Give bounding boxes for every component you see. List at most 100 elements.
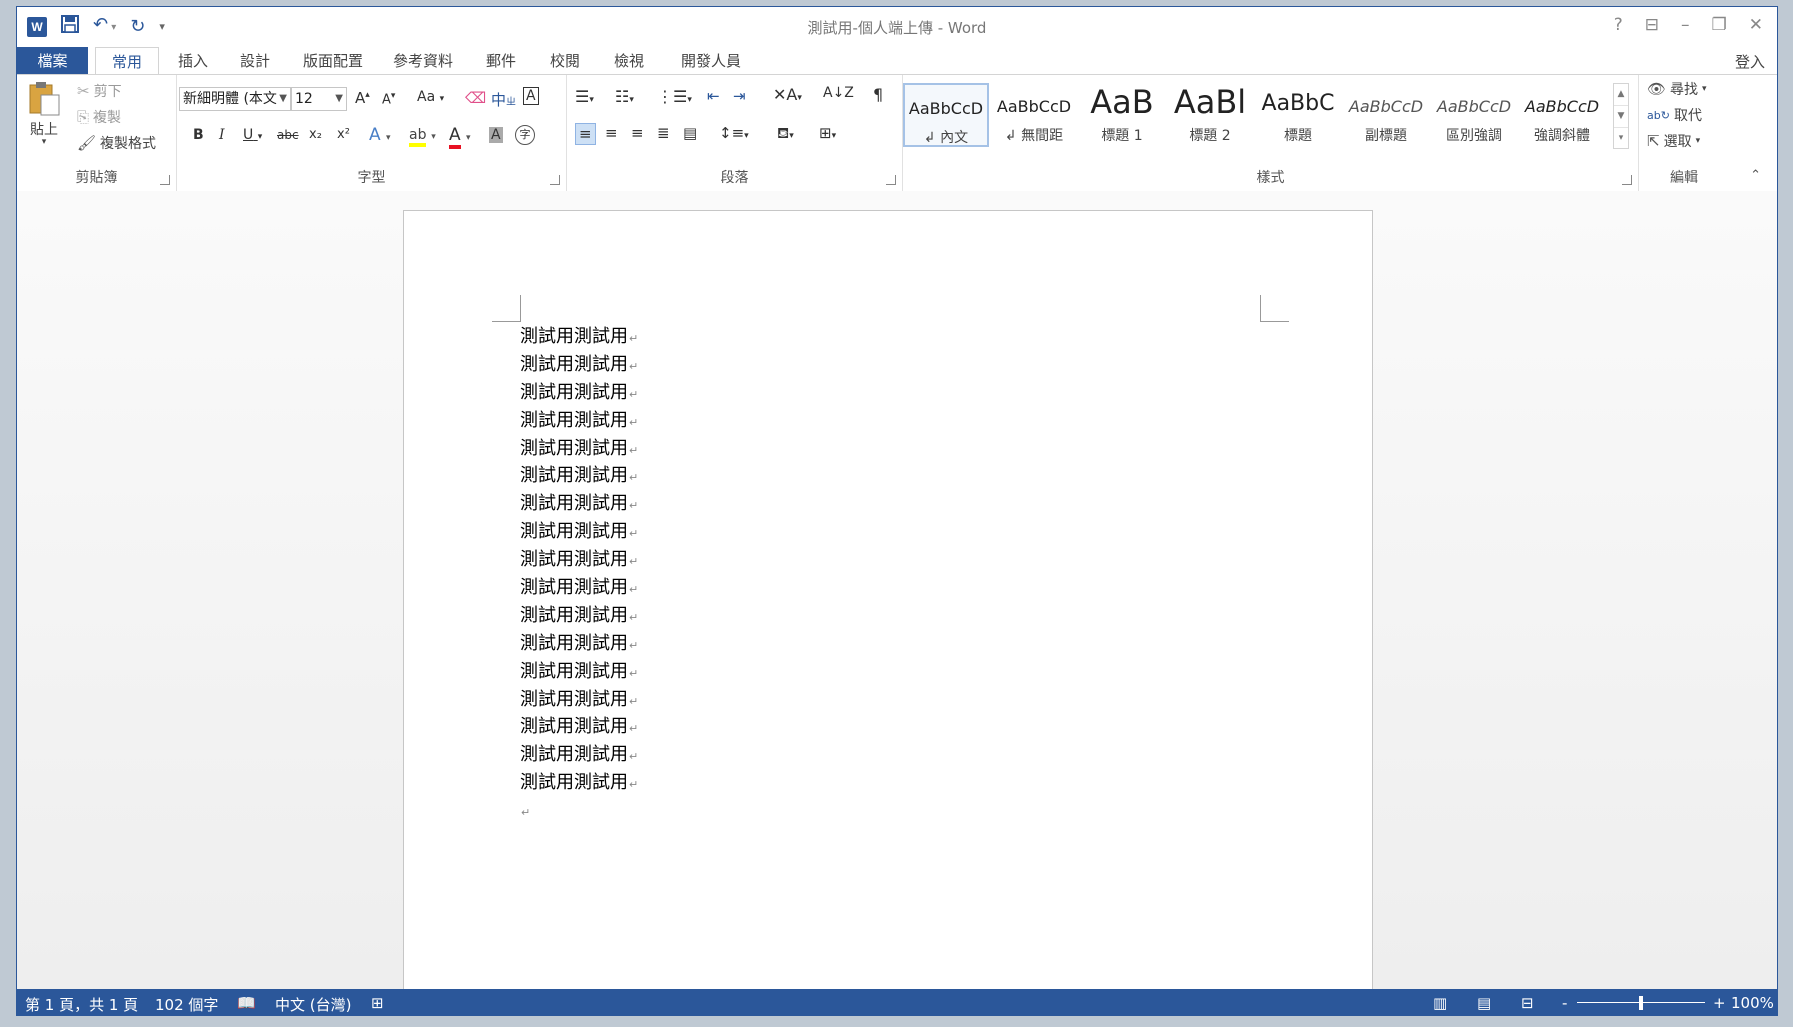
phonetic-guide-icon[interactable]: 中ㄓ (491, 89, 516, 110)
document-line[interactable]: 測試用測試用↵ (520, 630, 638, 658)
document-line[interactable]: 測試用測試用↵ (520, 407, 638, 435)
tab-design[interactable]: 設計 (227, 47, 283, 75)
justify-button[interactable]: ≣ (657, 124, 670, 142)
distributed-button[interactable]: ▤ (683, 124, 697, 142)
change-case-button[interactable]: Aa ▾ (417, 89, 444, 105)
document-line[interactable]: 測試用測試用↵ (520, 351, 638, 379)
macro-record-icon[interactable]: ⊞ (371, 994, 384, 1012)
print-layout-icon[interactable]: ▤ (1477, 994, 1491, 1012)
borders-button[interactable]: ⊞▾ (819, 124, 836, 142)
paste-button[interactable]: 貼上 ▾ (27, 81, 61, 147)
document-line[interactable]: 測試用測試用↵ (520, 686, 638, 714)
grow-font-icon[interactable]: A▴ (355, 89, 370, 107)
tab-view[interactable]: 檢視 (601, 47, 657, 75)
character-shading-button[interactable]: A (489, 127, 503, 143)
line-spacing-button[interactable]: ↕≡▾ (719, 124, 749, 142)
asian-layout-button[interactable]: ✕A▾ (773, 85, 802, 104)
styles-launcher-icon[interactable] (1622, 175, 1632, 185)
zoom-in-button[interactable]: + (1713, 994, 1726, 1012)
tab-developer[interactable]: 開發人員 (667, 47, 755, 75)
tab-layout[interactable]: 版面配置 (293, 47, 373, 75)
superscript-button[interactable]: x² (337, 127, 350, 142)
style-title[interactable]: AaBbC 標題 (1255, 83, 1341, 147)
paragraph-launcher-icon[interactable] (886, 175, 896, 185)
zoom-level[interactable]: 100% (1731, 994, 1774, 1012)
sign-in-link[interactable]: 登入 (1735, 51, 1765, 72)
tab-insert[interactable]: 插入 (165, 47, 221, 75)
tab-review[interactable]: 校閱 (537, 47, 593, 75)
style-heading-2[interactable]: AaBl 標題 2 (1167, 83, 1253, 147)
document-line[interactable]: ↵ (520, 797, 638, 825)
shrink-font-icon[interactable]: A▾ (382, 91, 395, 107)
styles-gallery-scroll[interactable]: ▲ ▼ ▾ (1613, 83, 1629, 149)
document-line[interactable]: 測試用測試用↵ (520, 435, 638, 463)
word-count[interactable]: 102 個字 (155, 994, 218, 1015)
increase-indent-button[interactable]: ⇥ (733, 87, 746, 105)
style-normal[interactable]: AaBbCcD ↲ 內文 (903, 83, 989, 147)
document-line[interactable]: 測試用測試用↵ (520, 546, 638, 574)
document-body[interactable]: 測試用測試用↵ 測試用測試用↵ 測試用測試用↵ 測試用測試用↵ 測試用測試用↵ 測試用測試… (520, 323, 638, 825)
bold-button[interactable]: B (193, 127, 204, 143)
style-subtitle[interactable]: AaBbCcD 副標題 (1343, 83, 1429, 147)
clipboard-launcher-icon[interactable] (160, 175, 170, 185)
replace-button[interactable]: ab↻ 取代 (1647, 105, 1702, 125)
document-line[interactable]: 測試用測試用↵ (520, 323, 638, 351)
shading-button[interactable]: ⛾▾ (777, 124, 794, 144)
sort-button[interactable]: A↓Z (823, 85, 854, 101)
close-icon[interactable]: ✕ (1749, 15, 1763, 35)
collapse-ribbon-icon[interactable]: ⌃ (1750, 168, 1761, 183)
page-count[interactable]: 第 1 頁，共 1 頁 (25, 994, 138, 1015)
language-indicator[interactable]: 中文 (台灣) (275, 994, 351, 1015)
cut-button[interactable]: ✂ 剪下 (77, 81, 122, 101)
font-color-button[interactable]: A ▾ (449, 125, 471, 149)
align-right-button[interactable]: ≡ (631, 124, 644, 142)
read-mode-icon[interactable]: ▥ (1433, 994, 1447, 1012)
font-launcher-icon[interactable] (550, 175, 560, 185)
zoom-out-button[interactable]: - (1562, 994, 1567, 1012)
bullets-button[interactable]: ☰▾ (575, 87, 594, 106)
subscript-button[interactable]: x₂ (309, 127, 322, 142)
tab-file[interactable]: 檔案 (17, 47, 88, 75)
document-line[interactable]: 測試用測試用↵ (520, 658, 638, 686)
style-emphasis[interactable]: AaBbCcD 強調斜體 (1519, 83, 1605, 147)
minimize-icon[interactable]: – (1681, 15, 1690, 35)
document-line[interactable]: 測試用測試用↵ (520, 379, 638, 407)
enclose-characters-button[interactable]: 字 (515, 125, 535, 145)
copy-button[interactable]: ⎘ 複製 (77, 107, 121, 127)
numbering-button[interactable]: ☷▾ (615, 87, 634, 106)
align-left-button[interactable]: ≡ (575, 123, 596, 145)
proofing-icon[interactable]: 📖 (237, 994, 256, 1012)
tab-mailings[interactable]: 郵件 (473, 47, 529, 75)
character-border-icon[interactable]: A (523, 87, 539, 105)
format-painter-button[interactable]: 🖌 複製格式 (77, 133, 156, 153)
document-line[interactable]: 測試用測試用↵ (520, 490, 638, 518)
document-line[interactable]: 測試用測試用↵ (520, 769, 638, 797)
document-line[interactable]: 測試用測試用↵ (520, 602, 638, 630)
document-page[interactable]: 測試用測試用↵ 測試用測試用↵ 測試用測試用↵ 測試用測試用↵ 測試用測試用↵ 測試用測試… (403, 210, 1373, 1000)
scroll-up-icon[interactable]: ▲ (1614, 84, 1628, 106)
decrease-indent-button[interactable]: ⇤ (707, 87, 720, 105)
document-line[interactable]: 測試用測試用↵ (520, 518, 638, 546)
restore-icon[interactable]: ❐ (1712, 15, 1727, 35)
find-button[interactable]: 👁 尋找 ▾ (1647, 79, 1707, 99)
tab-references[interactable]: 參考資料 (383, 47, 463, 75)
paste-dropdown-icon[interactable]: ▾ (42, 137, 47, 147)
select-button[interactable]: ⇱ 選取 ▾ (1647, 131, 1700, 151)
style-subtle-emphasis[interactable]: AaBbCcD 區別強調 (1431, 83, 1517, 147)
document-line[interactable]: 測試用測試用↵ (520, 741, 638, 769)
underline-button[interactable]: U ▾ (243, 127, 262, 143)
web-layout-icon[interactable]: ⊟ (1521, 994, 1534, 1012)
multilevel-list-button[interactable]: ⋮☰▾ (657, 87, 692, 106)
font-size-combo[interactable]: 12 ▼ (291, 87, 347, 111)
italic-button[interactable]: I (219, 127, 225, 143)
style-no-spacing[interactable]: AaBbCcD ↲ 無間距 (991, 83, 1077, 147)
tab-home[interactable]: 常用 (95, 47, 159, 76)
document-line[interactable]: 測試用測試用↵ (520, 462, 638, 490)
highlight-button[interactable]: ab ▾ (409, 125, 436, 147)
font-name-combo[interactable]: 新細明體 (本文 ▼ (179, 87, 291, 111)
style-heading-1[interactable]: AaB 標題 1 (1079, 83, 1165, 147)
ribbon-display-icon[interactable]: ⊟ (1645, 15, 1659, 35)
show-hide-marks-button[interactable]: ¶ (873, 85, 883, 104)
strikethrough-button[interactable]: abc (277, 128, 299, 142)
zoom-slider-thumb[interactable] (1639, 996, 1643, 1010)
